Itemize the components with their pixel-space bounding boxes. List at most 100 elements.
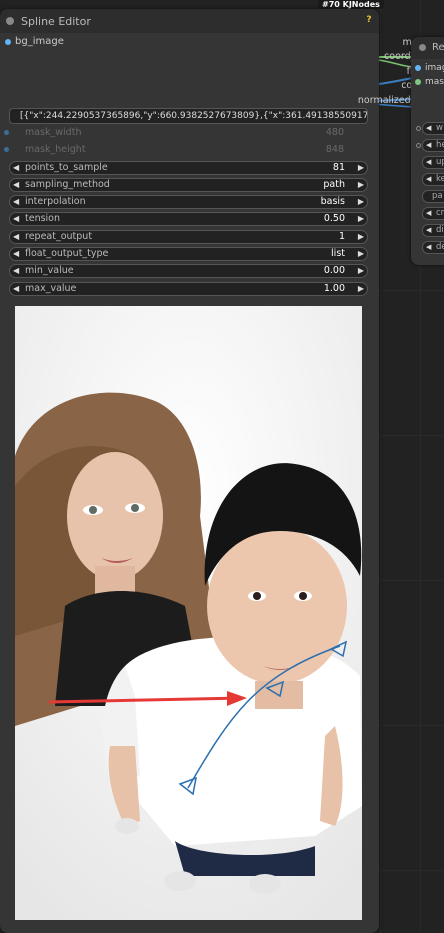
widget-label: mask_height [25,144,86,155]
widget-value: 0.50 [323,213,345,224]
decrement-arrow-icon[interactable]: ◀ [426,140,431,151]
decrement-arrow-icon[interactable]: ◀ [426,157,431,168]
widget-label: mask_width [25,127,82,138]
keep-proportion-widget[interactable]: ◀ ke [422,173,444,186]
decrement-arrow-icon[interactable]: ◀ [13,179,19,191]
widget-label: de [436,242,444,252]
output-slot-float[interactable]: float [238,66,438,78]
collapse-toggle[interactable] [6,17,14,25]
widget-label: repeat_output [25,231,93,242]
widget-value: 0.00 [323,265,345,276]
sampling-method-widget[interactable]: ◀ sampling_method path ▶ [9,178,368,192]
decrement-arrow-icon[interactable]: ◀ [426,242,431,253]
input-slot-dot[interactable] [5,39,11,45]
tension-widget[interactable]: ◀ tension 0.50 ▶ [9,212,368,226]
output-slot-normalized-str[interactable]: normalized_str [238,95,438,107]
decrement-arrow-icon[interactable]: ◀ [426,123,431,134]
resize-node[interactable]: Re image mask ◀ w ◀ he ◀ up ◀ ke pa ◀ cr… [411,37,444,265]
spline-editor-canvas[interactable] [15,306,362,920]
increment-arrow-icon[interactable]: ▶ [358,283,364,295]
widget-value: 81 [332,162,345,173]
decrement-arrow-icon[interactable]: ◀ [13,265,19,277]
divisible-by-widget[interactable]: ◀ di [422,224,444,237]
decrement-arrow-icon[interactable]: ◀ [13,213,19,225]
decrement-arrow-icon[interactable]: ◀ [13,248,19,260]
spline-control-point[interactable] [178,776,197,796]
float-output-type-widget[interactable]: ◀ float_output_type list ▶ [9,247,368,261]
decrement-arrow-icon[interactable]: ◀ [426,208,431,219]
points-to-sample-widget[interactable]: ◀ points_to_sample 81 ▶ [9,161,368,175]
widget-label: tension [25,213,61,224]
input-slot-dot[interactable] [415,79,421,85]
node-title: Re [432,42,444,53]
node-title: Spline Editor [21,15,91,28]
upscale-method-widget[interactable]: ◀ up [422,156,444,169]
height-widget[interactable]: ◀ he [422,139,444,152]
decrement-arrow-icon[interactable]: ◀ [13,196,19,208]
spline-control-point[interactable] [265,680,285,698]
increment-arrow-icon[interactable]: ▶ [358,196,364,208]
spline-overlay[interactable] [15,306,362,920]
output-slot-coord-str[interactable]: coord_str [238,51,438,63]
collapse-toggle[interactable] [419,44,426,51]
widget-label: pa [432,191,443,201]
arrow-head [227,691,247,706]
coordinates-text-widget[interactable]: [{"x":244.2290537365896,"y":660.93825276… [9,108,368,124]
widget-value: basis [320,196,345,207]
increment-arrow-icon[interactable]: ▶ [358,231,364,243]
increment-arrow-icon[interactable]: ▶ [358,179,364,191]
spline-path[interactable] [187,645,341,789]
widget-label: w [436,123,443,133]
input-slot-mask[interactable]: mask [415,77,444,88]
arrow-shaft [48,696,244,704]
widget-label: points_to_sample [25,162,108,173]
min-value-widget[interactable]: ◀ min_value 0.00 ▶ [9,264,368,278]
mask-width-widget: mask_width 480 [4,126,368,141]
pad-color-widget[interactable]: pa [422,190,444,203]
decrement-arrow-icon[interactable]: ◀ [426,174,431,185]
widget-input-dot[interactable] [416,143,421,148]
input-slot-image[interactable]: image [415,63,444,74]
increment-arrow-icon[interactable]: ▶ [358,162,364,174]
increment-arrow-icon[interactable]: ▶ [358,265,364,277]
input-slot-label: image [425,63,444,73]
output-slot-mask[interactable]: mask [238,37,438,49]
increment-arrow-icon[interactable]: ▶ [358,213,364,225]
output-slot-count[interactable]: count [238,80,438,92]
node-badge: #70 KJNodes [318,0,384,9]
widget-input-dot[interactable] [4,130,9,135]
device-widget[interactable]: ◀ de [422,241,444,254]
widget-value: 1 [338,231,345,242]
widget-label: up [436,157,444,167]
max-value-widget[interactable]: ◀ max_value 1.00 ▶ [9,282,368,296]
decrement-arrow-icon[interactable]: ◀ [13,162,19,174]
widget-input-dot[interactable] [4,147,9,152]
input-slot-label: mask [425,77,444,87]
widget-input-dot[interactable] [416,126,421,131]
width-widget[interactable]: ◀ w [422,122,444,135]
widget-label: min_value [25,265,74,276]
widget-value: 1.00 [323,283,345,294]
repeat-output-widget[interactable]: ◀ repeat_output 1 ▶ [9,230,368,244]
widget-label: he [436,140,444,150]
input-slot-label: bg_image [15,36,64,47]
widget-label: interpolation [25,196,86,207]
widget-label: di [436,225,444,235]
node-header[interactable]: Spline Editor ? [0,9,379,33]
widget-value: path [323,179,345,190]
mask-height-widget: mask_height 848 [4,143,368,158]
decrement-arrow-icon[interactable]: ◀ [13,283,19,295]
decrement-arrow-icon[interactable]: ◀ [426,225,431,236]
widget-value: list [331,248,345,259]
widget-value: 848 [325,144,344,155]
decrement-arrow-icon[interactable]: ◀ [13,231,19,243]
help-icon[interactable]: ? [364,15,374,25]
widget-label: sampling_method [25,179,110,190]
widget-label: cr [436,208,444,218]
input-slot-dot[interactable] [415,65,421,71]
interpolation-widget[interactable]: ◀ interpolation basis ▶ [9,195,368,209]
widget-label: max_value [25,283,77,294]
node-header[interactable]: Re [411,37,444,59]
crop-position-widget[interactable]: ◀ cr [422,207,444,220]
increment-arrow-icon[interactable]: ▶ [358,248,364,260]
